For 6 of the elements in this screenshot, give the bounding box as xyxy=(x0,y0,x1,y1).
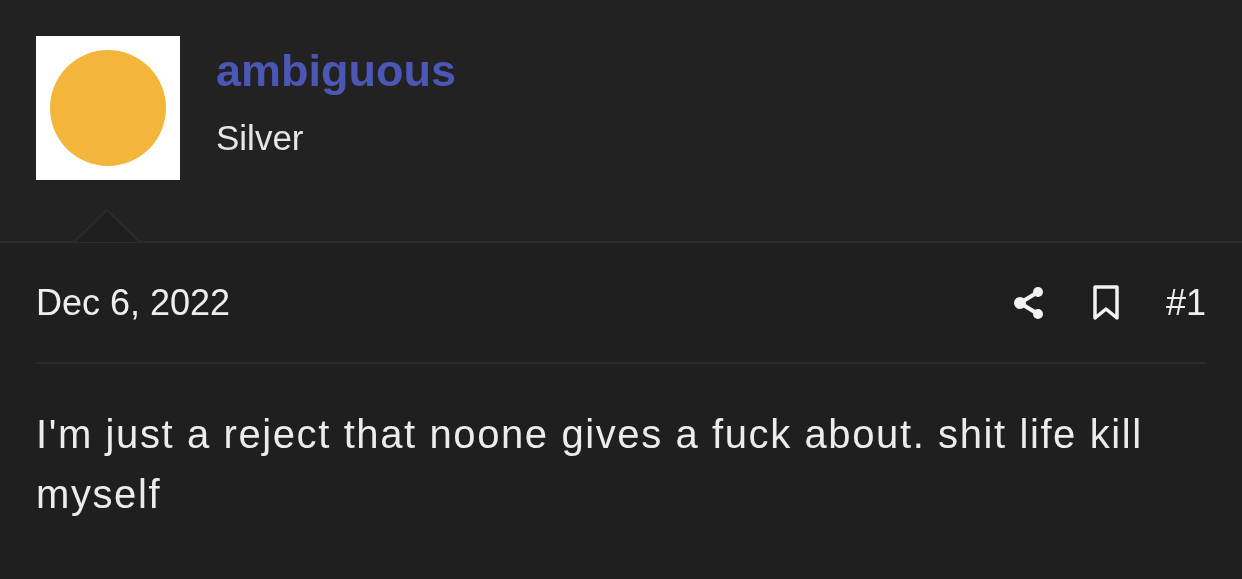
user-rank: Silver xyxy=(216,118,305,158)
post-date: Dec 6, 2022 xyxy=(36,281,231,324)
bookmark-icon[interactable] xyxy=(1091,284,1120,321)
share-icon[interactable] xyxy=(1011,284,1046,321)
post-number-link[interactable]: #1 xyxy=(1165,281,1206,324)
post-text: I'm just a reject that noone gives a fuck about. shit life kill myself xyxy=(36,411,1144,518)
